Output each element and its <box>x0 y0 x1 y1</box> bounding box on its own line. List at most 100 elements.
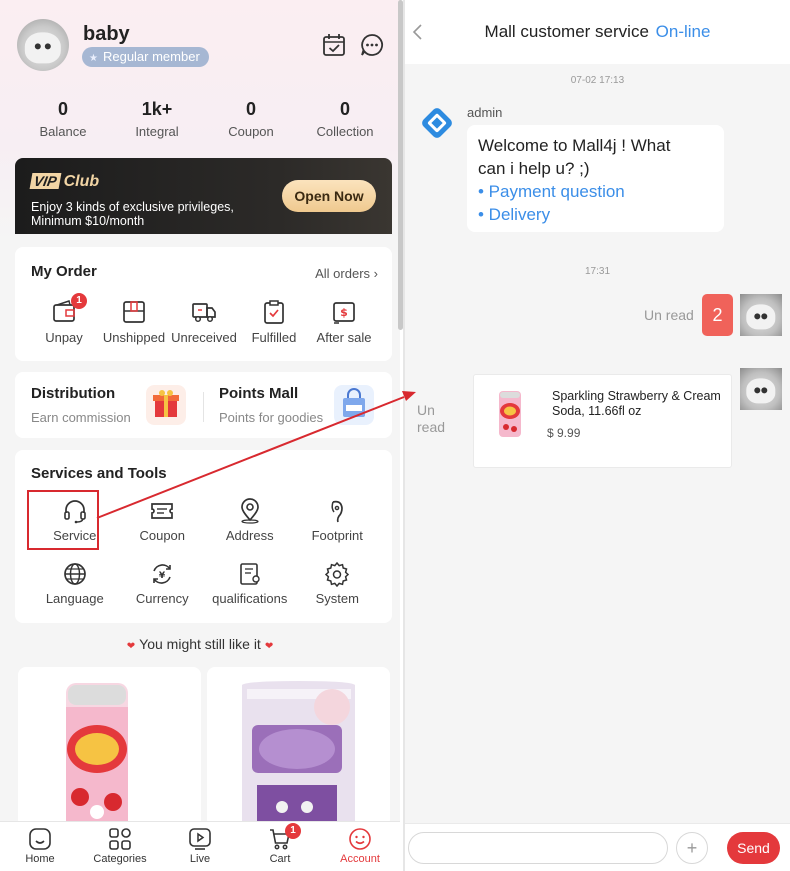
message-icon[interactable] <box>359 32 385 58</box>
tool-address[interactable]: Address <box>206 498 294 543</box>
chat-title-text: Mall customer service <box>484 22 649 41</box>
star-icon: ★ <box>89 53 98 64</box>
timestamp: 07-02 17:13 <box>570 75 625 86</box>
tools-row-2: Language ¥ Currency qualifications Syste… <box>31 561 381 606</box>
product-name: Sparkling Strawberry & Cream Soda, 11.66… <box>552 389 721 418</box>
stat-value: 0 <box>245 99 256 119</box>
home-icon <box>29 828 51 850</box>
promo-card: Distribution Earn commission Points Mall… <box>15 372 392 438</box>
tab-label: Live <box>189 853 211 865</box>
product-message-card[interactable]: Sparkling Strawberry & Cream Soda, 11.66… <box>473 374 732 468</box>
my-order-title: My Order <box>31 263 97 280</box>
tab-home[interactable]: Home <box>0 822 80 871</box>
stat-coupon[interactable]: 0 Coupon <box>204 98 298 139</box>
tab-live[interactable]: Live <box>160 822 240 871</box>
unread-line: Un <box>417 402 435 418</box>
stat-balance[interactable]: 0 Balance <box>16 98 110 139</box>
order-unpay[interactable]: 1 Unpay <box>29 293 99 345</box>
categories-icon <box>109 828 131 850</box>
unread-status: Un read <box>417 402 445 436</box>
services-tools-title: Services and Tools <box>31 465 167 482</box>
order-label: Unshipped <box>102 330 166 345</box>
tool-label: System <box>315 591 359 606</box>
order-unshipped[interactable]: Unshipped <box>99 299 169 345</box>
tool-footprint[interactable]: Footprint <box>294 498 382 543</box>
tab-label: Cart <box>269 853 291 865</box>
points-mall-entry[interactable]: Points Mall Points for goodies <box>203 372 392 438</box>
truck-icon <box>192 303 216 323</box>
tool-qualifications[interactable]: qualifications <box>206 561 294 606</box>
open-now-button[interactable]: Open Now <box>282 180 376 212</box>
tool-coupon[interactable]: Coupon <box>119 498 207 543</box>
user-avatar <box>740 368 782 410</box>
order-label: After sale <box>316 330 372 345</box>
tab-cart[interactable]: 1 Cart <box>240 822 320 871</box>
cart-badge: 1 <box>285 823 301 839</box>
gear-icon <box>325 561 350 587</box>
live-icon <box>189 828 211 850</box>
tab-categories[interactable]: Categories <box>80 822 160 871</box>
screen: baby ★ Regular member 0 Balance 1k+ Integra… <box>0 0 790 871</box>
stat-value: 0 <box>57 99 68 119</box>
order-label: Unreceived <box>171 330 237 345</box>
heart-icon: ❤ <box>264 641 274 652</box>
customer-service-chat: Mall customer service On-line 07-02 17:1… <box>405 0 790 871</box>
tab-account[interactable]: Account <box>320 822 400 871</box>
soda-can-image <box>66 683 128 827</box>
stat-collection[interactable]: 0 Collection <box>298 98 392 139</box>
order-fulfilled[interactable]: Fulfilled <box>239 299 309 345</box>
product-card[interactable] <box>18 667 201 827</box>
send-button[interactable]: Send <box>727 832 780 864</box>
cat-photo <box>746 378 776 404</box>
tool-system[interactable]: System <box>294 561 382 606</box>
footprint-icon <box>331 500 344 523</box>
order-unreceived[interactable]: Unreceived <box>169 299 239 345</box>
avatar[interactable] <box>17 19 69 71</box>
tool-label: Coupon <box>139 528 186 543</box>
timestamp: 17:31 <box>584 266 611 277</box>
location-pin-icon <box>240 498 259 524</box>
refund-icon: $ <box>333 302 355 324</box>
stat-label: Collection <box>316 124 374 139</box>
plus-button[interactable]: + <box>676 832 708 864</box>
vip-desc-line: Enjoy 3 kinds of exclusive privileges, <box>31 200 234 214</box>
quick-option-payment[interactable]: • Payment question <box>478 180 713 203</box>
distribution-title: Distribution <box>31 385 116 402</box>
vip-club-banner[interactable]: VIP Club Enjoy 3 kinds of exclusive privi… <box>15 158 392 234</box>
distribution-entry[interactable]: Distribution Earn commission <box>15 372 203 438</box>
vip-description: Enjoy 3 kinds of exclusive privileges, Mi… <box>31 200 234 228</box>
chat-input-bar: + Send <box>405 823 790 871</box>
globe-icon <box>63 563 86 585</box>
svg-text:¥: ¥ <box>159 571 166 581</box>
stat-integral[interactable]: 1k+ Integral <box>110 98 204 139</box>
my-order-card: My Order All orders › 1 Unpay Unshipped … <box>15 247 392 361</box>
currency-exchange-icon: ¥ <box>153 564 172 584</box>
distribution-subtitle: Earn commission <box>31 410 131 425</box>
username: baby <box>83 23 130 45</box>
vip-title: VIP Club <box>29 173 99 191</box>
tab-label: Account <box>340 853 380 865</box>
product-card[interactable] <box>207 667 390 827</box>
stat-label: Coupon <box>228 124 274 139</box>
calendar-check-icon[interactable] <box>321 32 347 58</box>
cat-photo <box>24 32 62 64</box>
unread-line: read <box>417 419 446 435</box>
candy-bag-image <box>242 681 355 827</box>
service-highlight-box <box>27 490 99 550</box>
tool-language[interactable]: Language <box>31 561 119 606</box>
all-orders-link[interactable]: All orders › <box>315 266 378 281</box>
message-text: Welcome to Mall4j ! What <box>478 136 671 155</box>
account-icon <box>349 828 371 850</box>
message-text: can i help u? ;) <box>478 159 590 178</box>
order-after-sale[interactable]: $ After sale <box>309 299 379 345</box>
message-input[interactable] <box>408 832 668 864</box>
chat-header: Mall customer service On-line <box>405 0 790 64</box>
package-icon <box>123 301 145 323</box>
quick-option-delivery[interactable]: • Delivery <box>478 203 713 226</box>
vip-badge: VIP <box>29 173 61 189</box>
tool-currency[interactable]: ¥ Currency <box>119 561 207 606</box>
stat-value: 1k+ <box>141 99 173 119</box>
clipboard-check-icon <box>264 300 284 324</box>
tool-label: Footprint <box>311 528 363 543</box>
distribution-gift-icon <box>146 385 186 425</box>
